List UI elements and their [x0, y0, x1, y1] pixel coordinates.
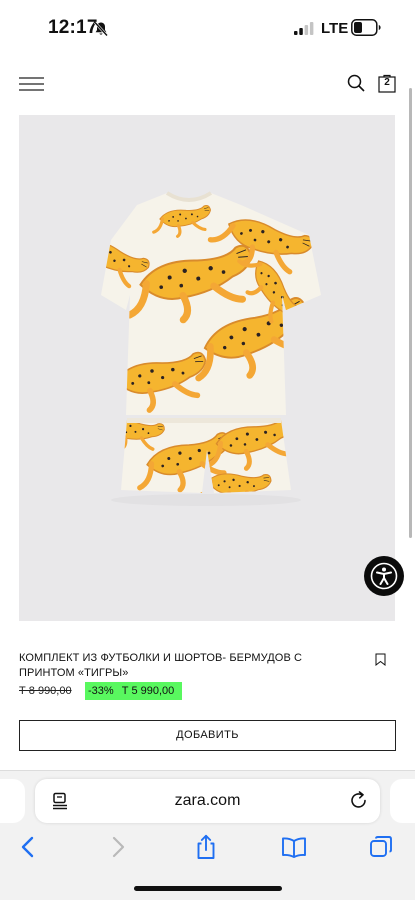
url-text: zara.com — [174, 792, 241, 809]
accessibility-icon — [370, 562, 398, 590]
page-scrollbar[interactable] — [409, 88, 412, 538]
bag-count: 2 — [384, 77, 390, 88]
bookmark-icon[interactable] — [375, 653, 386, 666]
product-image[interactable] — [19, 115, 395, 621]
address-bar[interactable]: zara.com — [35, 779, 380, 823]
sale-price: Т 5 990,00 — [121, 685, 175, 697]
accessibility-button[interactable] — [364, 556, 404, 596]
old-price: Т 8 990,00 — [19, 685, 72, 697]
bookmarks-icon[interactable] — [281, 834, 307, 860]
reload-icon[interactable] — [349, 791, 368, 810]
sale-price-badge: -33% Т 5 990,00 — [85, 682, 182, 700]
next-tab-edge[interactable] — [390, 779, 415, 823]
product-photo-illustration — [101, 191, 321, 506]
battery-icon — [351, 19, 381, 36]
home-indicator — [134, 886, 282, 891]
forward-icon[interactable] — [105, 834, 131, 860]
discount-percent: -33% — [88, 685, 114, 697]
share-icon[interactable] — [193, 834, 219, 860]
tabs-icon[interactable] — [368, 834, 394, 860]
status-bar: 12:17 LTE — [0, 0, 415, 58]
bell-off-icon — [94, 21, 108, 37]
back-icon[interactable] — [15, 834, 41, 860]
hamburger-icon[interactable] — [19, 77, 44, 91]
previous-tab-edge[interactable] — [0, 779, 25, 823]
signal-icon — [294, 22, 314, 35]
status-time: 12:17 — [48, 17, 98, 38]
add-to-cart-button[interactable]: ДОБАВИТЬ — [19, 720, 396, 751]
search-icon[interactable] — [347, 74, 365, 92]
network-type: LTE — [321, 20, 349, 37]
product-name[interactable]: КОМПЛЕКТ ИЗ ФУТБОЛКИ И ШОРТОВ- БЕРМУДОВ … — [19, 651, 339, 681]
